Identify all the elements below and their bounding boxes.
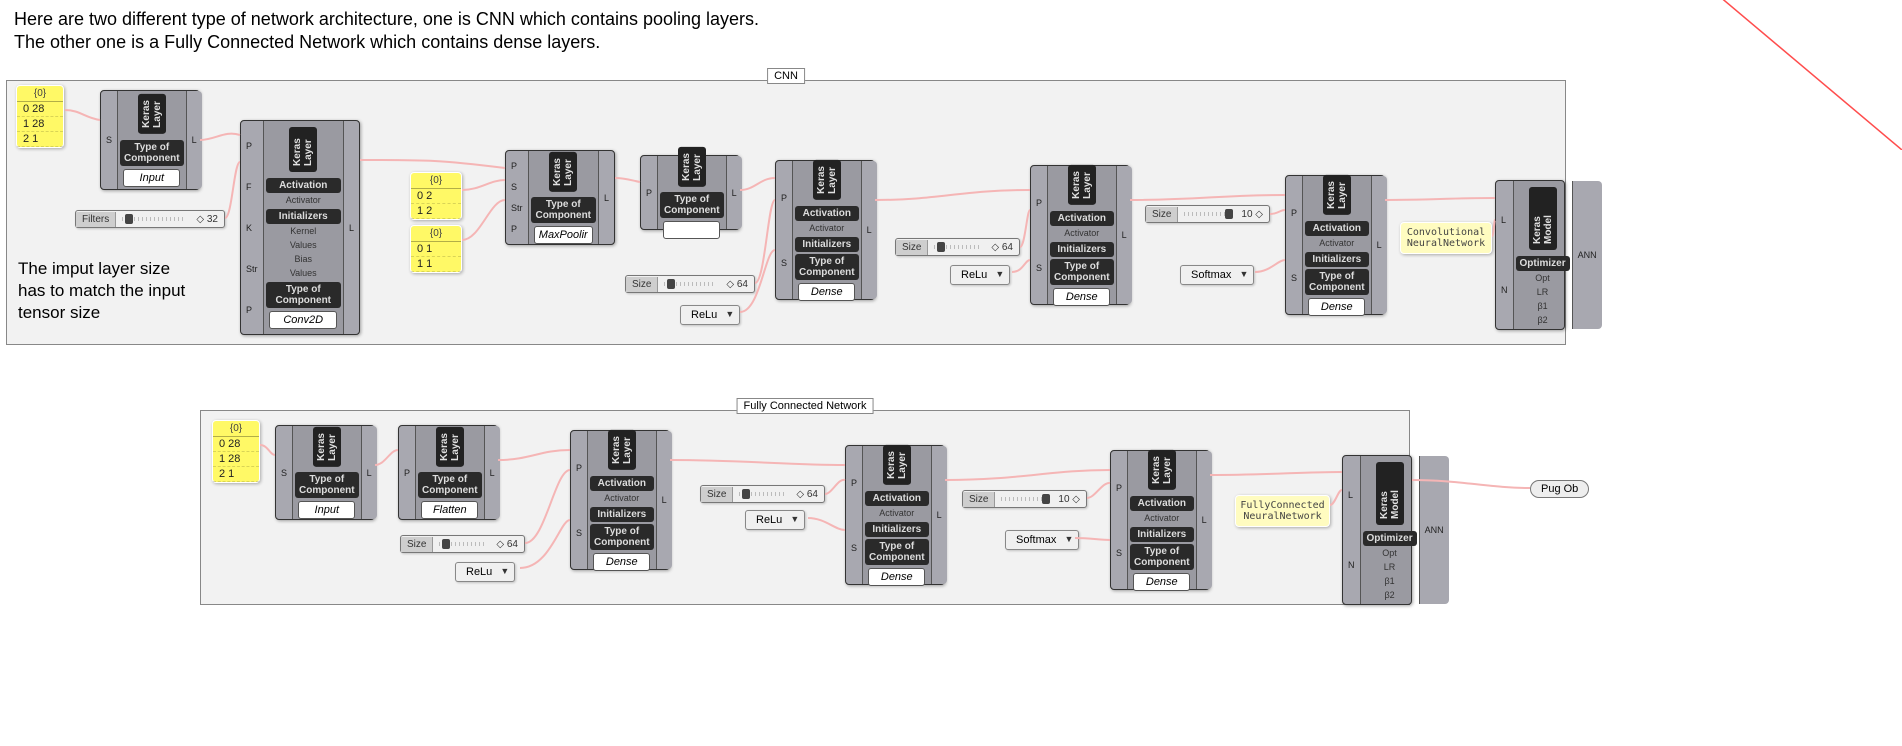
type-field-maxpool[interactable] bbox=[534, 226, 593, 244]
comp-conv2d[interactable]: P F K Str P Keras Layer Activation Activ… bbox=[240, 120, 360, 335]
comp-dense-1[interactable]: P S Keras Layer Activation Activator Ini… bbox=[775, 160, 875, 300]
panel-row: 1 28 bbox=[17, 117, 63, 132]
slider-size-64a[interactable]: Size ◇ 64 bbox=[625, 275, 755, 293]
group-fcn: Fully Connected Network bbox=[200, 410, 1410, 605]
panel-fcn-name[interactable]: FullyConnected NeuralNetwork bbox=[1235, 495, 1330, 527]
slider-size-10[interactable]: Size 10 ◇ bbox=[1145, 205, 1270, 223]
note-2: has to match the input bbox=[18, 281, 185, 300]
group-label-fcn: Fully Connected Network bbox=[737, 398, 874, 414]
dropdown-relu-1[interactable]: ReLu bbox=[680, 305, 740, 325]
type-field-conv2d[interactable] bbox=[269, 311, 337, 329]
capsule-pug-ob[interactable]: Pug Ob bbox=[1530, 480, 1589, 498]
comp-dense-fcn-3[interactable]: P S Keras Layer Activation Activator Ini… bbox=[1110, 450, 1210, 590]
panel-input-shape[interactable]: {0} 0 28 1 28 2 1 bbox=[16, 85, 64, 148]
note-1: The imput layer size bbox=[18, 259, 170, 278]
panel-pool-size[interactable]: {0} 0 2 1 2 bbox=[410, 172, 462, 220]
comp-dense-fcn-1[interactable]: P S Keras Layer Activation Activator Ini… bbox=[570, 430, 670, 570]
title-line-2: The other one is a Fully Connected Netwo… bbox=[14, 32, 600, 52]
slider-size-64b[interactable]: Size ◇ 64 bbox=[895, 238, 1020, 256]
dropdown-softmax-1[interactable]: Softmax bbox=[1180, 265, 1254, 285]
comp-dense-3[interactable]: P S Keras Layer Activation Activator Ini… bbox=[1285, 175, 1385, 315]
comp-keras-model-fcn[interactable]: L N Keras Model Optimizer Opt LR β1 β2 A… bbox=[1342, 455, 1412, 605]
dropdown-relu-3[interactable]: ReLu bbox=[455, 562, 515, 582]
group-label-cnn: CNN bbox=[767, 68, 805, 84]
dropdown-softmax-2[interactable]: Softmax bbox=[1005, 530, 1079, 550]
panel-strides[interactable]: {0} 0 1 1 1 bbox=[410, 225, 462, 273]
comp-input[interactable]: S Keras Layer Type of Component L bbox=[100, 90, 200, 190]
comp-dense-fcn-2[interactable]: P S Keras Layer Activation Activator Ini… bbox=[845, 445, 945, 585]
comp-input-2[interactable]: S Keras Layer Type of Component L bbox=[275, 425, 375, 520]
comp-maxpool[interactable]: P S Str P Keras Layer Type of Component … bbox=[505, 150, 615, 245]
dropdown-relu-2[interactable]: ReLu bbox=[950, 265, 1010, 285]
panel-row: 0 28 bbox=[17, 102, 63, 117]
comp-flatten[interactable]: P Keras Layer Type of Component L bbox=[398, 425, 498, 520]
dropdown-relu-4[interactable]: ReLu bbox=[745, 510, 805, 530]
comp-dense-2[interactable]: P S Keras Layer Activation Activator Ini… bbox=[1030, 165, 1130, 305]
comp-generic-layer-1[interactable]: P Keras Layer Type of Component L bbox=[640, 155, 740, 230]
panel-input-shape-2[interactable]: {0} 0 28 1 28 2 1 bbox=[212, 420, 260, 483]
panel-header: {0} bbox=[17, 86, 63, 102]
slider-size-10b[interactable]: Size 10 ◇ bbox=[962, 490, 1087, 508]
type-field-flatten[interactable] bbox=[421, 501, 478, 519]
keras-layer-title: Keras Layer bbox=[289, 127, 317, 172]
type-field-dense[interactable] bbox=[798, 283, 855, 301]
panel-cnn-name[interactable]: Convolutional NeuralNetwork bbox=[1400, 222, 1492, 254]
note-3: tensor size bbox=[18, 303, 100, 322]
type-field-input[interactable] bbox=[123, 169, 180, 187]
slider-size-64d[interactable]: Size ◇ 64 bbox=[700, 485, 825, 503]
title-line-1: Here are two different type of network a… bbox=[14, 9, 759, 29]
keras-layer-title: Keras Layer bbox=[138, 94, 166, 134]
slider-size-64c[interactable]: Size ◇ 64 bbox=[400, 535, 525, 553]
slider-filters[interactable]: Filters ◇ 32 bbox=[75, 210, 225, 228]
panel-row: 2 1 bbox=[17, 132, 63, 147]
comp-keras-model-cnn[interactable]: L N Keras Model Optimizer Opt LR β1 β2 A… bbox=[1495, 180, 1565, 330]
